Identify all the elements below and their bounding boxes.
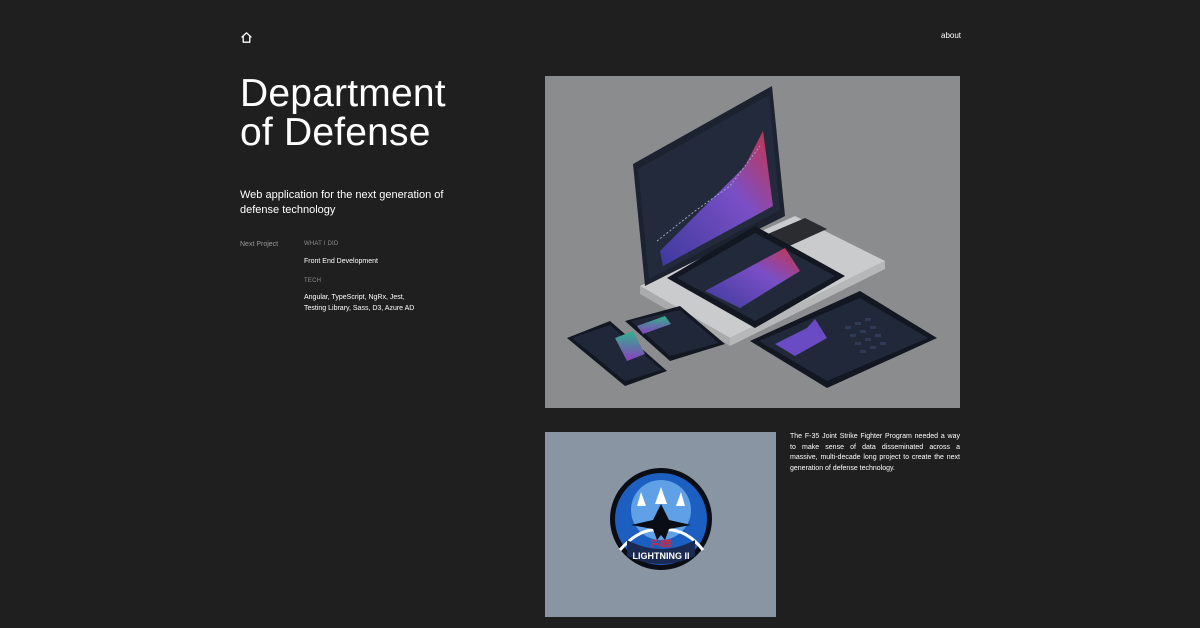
what-i-did-label: WHAT I DID bbox=[304, 241, 339, 247]
f35-logo-panel: F-35 LIGHTNING II bbox=[545, 432, 776, 617]
tech-value: Angular, TypeScript, NgRx, Jest, Testing… bbox=[304, 294, 415, 312]
page-title: Department of Defense bbox=[240, 74, 446, 152]
next-project-link[interactable]: Next Project bbox=[240, 241, 278, 248]
page-title-line-2: of Defense bbox=[240, 111, 431, 154]
page-title-line-1: Department bbox=[240, 72, 446, 115]
what-i-did-value: Front End Development bbox=[304, 258, 378, 265]
project-description: The F-35 Joint Strike Fighter Program ne… bbox=[790, 433, 960, 472]
about-link[interactable]: about bbox=[941, 31, 961, 40]
f35-lightning-logo: F-35 LIGHTNING II bbox=[610, 468, 712, 570]
devices-mockup-image bbox=[545, 76, 960, 408]
home-icon bbox=[241, 32, 252, 43]
project-subtitle: Web application for the next generation … bbox=[240, 189, 444, 216]
home-link[interactable] bbox=[240, 31, 253, 44]
logo-text-f35: F-35 bbox=[651, 539, 672, 550]
logo-text-lightning: LIGHTNING II bbox=[633, 551, 690, 561]
tech-label: TECH bbox=[304, 278, 322, 284]
